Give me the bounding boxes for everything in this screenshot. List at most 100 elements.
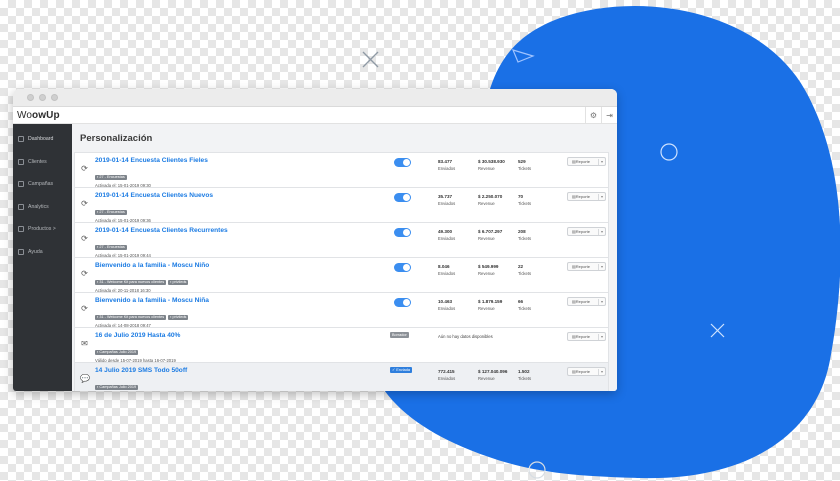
campaign-active-toggle[interactable] [394,193,411,202]
sidebar: Dashboard Clientes Campañas Analytics Produc… [13,124,72,391]
report-button-label: Reporte [575,194,591,199]
stat-revenue: $ 127.040.096 Revenue [478,368,507,382]
campaign-title-link[interactable]: 16 de Julio 2019 Hasta 40% [95,332,395,340]
campaign-tags: ▪ 31 - Welcome Kit para nuevos clientes ▪… [95,305,395,323]
app-logo[interactable]: WoowUp [13,110,60,121]
refresh-icon: ⟳ [81,199,88,208]
stat-tickets-label: Tickets [518,271,532,276]
stat-tickets: 70 Tickets [518,193,531,207]
campaign-title-link[interactable]: 2019-01-14 Encuesta Clientes Fieles [95,157,395,165]
app-window: WoowUp ⚙ ⇥ Dashboard Clientes Campañas Anal… [13,89,617,391]
stat-tickets-value: 66 [518,299,524,304]
stat-sent: 772.415 Enviados [438,368,455,382]
campaign-title-link[interactable]: 2019-01-14 Encuesta Clientes Recurrentes [95,227,395,235]
campaign-tag: ▪ Campañas Julio 2019 [95,350,139,355]
stat-revenue-value: $ 2.250.070 [478,194,503,199]
campaign-tag: ▪ Campañas Julio 2019 [95,385,139,390]
sidebar-item-campañas[interactable]: Campañas [13,173,72,196]
report-button-label: Reporte [575,334,591,339]
report-button-label: Reporte [575,159,591,164]
campaign-tag: ▪ 31 - Welcome Kit para nuevos clientes [95,315,167,320]
campaign-tag: ▪ privileds [168,315,189,320]
campaign-row: ⟳ 2019-01-14 Encuesta Clientes Recurrente… [74,222,609,264]
no-data-message: Aún no hay datos disponibles [438,334,493,339]
sidebar-item-label: Clientes [28,158,47,165]
app-header: WoowUp ⚙ ⇥ [13,107,617,124]
report-button[interactable]: ▤ Reporte ▾ [567,227,606,236]
stat-tickets-value: 70 [518,194,524,199]
stat-revenue: $ 549.999 Revenue [478,263,498,277]
campaign-row: ⟳ 2019-01-14 Encuesta Clientes Nuevos ▪ 27… [74,187,609,229]
chevron-down-icon[interactable]: ▾ [597,299,603,305]
stat-tickets: 66 Tickets [518,298,531,312]
stat-sent-label: Enviados [438,166,456,171]
report-button[interactable]: ▤ Reporte ▾ [567,332,606,341]
campaign-tag: ▪ 27 - Encuestas [95,245,127,250]
page-title: Personalización [80,133,153,144]
refresh-icon: ⟳ [81,269,88,278]
sidebar-item-ayuda[interactable]: Ayuda [13,241,72,264]
report-button[interactable]: ▤ Reporte ▾ [567,157,606,166]
stat-sent-label: Enviados [438,306,456,311]
megaphone-icon [18,181,24,188]
sidebar-item-clientes[interactable]: Clientes [13,151,72,174]
report-button[interactable]: ▤ Reporte ▾ [567,192,606,201]
stat-sent-label: Enviados [438,376,456,381]
stat-sent-value: 10.463 [438,299,453,304]
campaign-active-toggle[interactable] [394,158,411,167]
stat-sent: 35.737 Enviados [438,193,455,207]
chevron-down-icon[interactable]: ▾ [597,334,603,340]
stat-sent-value: 83.477 [438,159,453,164]
campaign-active-toggle[interactable] [394,263,411,272]
stat-revenue-label: Revenue [478,166,495,171]
sidebar-item-label: Dashboard [28,136,54,143]
sidebar-item-productos[interactable]: Productos > [13,218,72,241]
chevron-down-icon[interactable]: ▾ [597,159,603,165]
campaign-row: ✉ 16 de Julio 2019 Hasta 40% ▪ Campañas Ju… [74,327,609,363]
campaign-title-link[interactable]: Bienvenido a la familia - Moscu Niña [95,297,395,305]
sidebar-item-analytics[interactable]: Analytics [13,196,72,219]
window-minimize-dot[interactable] [39,94,46,101]
campaign-title-link[interactable]: 14 Julio 2019 SMS Todo 50off [95,367,395,375]
refresh-icon: ⟳ [81,304,88,313]
sidebar-item-label: Analytics [28,203,49,210]
campaign-row: 💬 14 Julio 2019 SMS Todo 50off ▪ Campañas … [74,362,609,391]
stat-revenue-label: Revenue [478,236,495,241]
campaign-title-link[interactable]: Bienvenido a la familia - Moscu Niño [95,262,395,270]
stat-revenue-value: $ 1.879.159 [478,299,503,304]
campaign-tag: ▪ 27 - Encuestas [95,175,127,180]
stat-tickets-value: 22 [518,264,524,269]
chevron-down-icon[interactable]: ▾ [597,264,603,270]
sidebar-item-dashboard[interactable]: Dashboard [13,128,72,151]
campaign-tags: ▪ Campañas Julio 2019 [95,340,395,358]
campaign-active-toggle[interactable] [394,298,411,307]
report-button-label: Reporte [575,264,591,269]
stat-sent-label: Enviados [438,236,456,241]
stat-tickets-value: 208 [518,229,526,234]
sidebar-item-label: Ayuda [28,248,43,255]
campaign-info: 14 Julio 2019 SMS Todo 50off ▪ Campañas J… [95,367,395,391]
report-button-label: Reporte [575,229,591,234]
campaign-tags: ▪ Campañas Julio 2019 [95,375,395,391]
logout-icon[interactable]: ⇥ [601,107,617,123]
help-icon [18,248,24,255]
report-button[interactable]: ▤ Reporte ▾ [567,297,606,306]
stat-sent-value: 49.300 [438,229,453,234]
campaign-tag: ▪ 31 - Welcome Kit para nuevos clientes [95,280,167,285]
report-button[interactable]: ▤ Reporte ▾ [567,367,606,376]
settings-gear-icon[interactable]: ⚙ [585,107,601,123]
stat-revenue: $ 30.538.930 Revenue [478,158,505,172]
report-button[interactable]: ▤ Reporte ▾ [567,262,606,271]
window-close-dot[interactable] [27,94,34,101]
campaign-row: ⟳ Bienvenido a la familia - Moscu Niño ▪ 3… [74,257,609,299]
stat-tickets-label: Tickets [518,236,532,241]
stat-sent-value: 772.415 [438,369,455,374]
stat-revenue-value: $ 30.538.930 [478,159,505,164]
campaign-active-toggle[interactable] [394,228,411,237]
window-maximize-dot[interactable] [51,94,58,101]
chevron-down-icon[interactable]: ▾ [597,229,603,235]
campaign-title-link[interactable]: 2019-01-14 Encuesta Clientes Nuevos [95,192,395,200]
stat-revenue-value: $ 6.707.297 [478,229,503,234]
chevron-down-icon[interactable]: ▾ [597,194,603,200]
chevron-down-icon[interactable]: ▾ [597,369,603,375]
